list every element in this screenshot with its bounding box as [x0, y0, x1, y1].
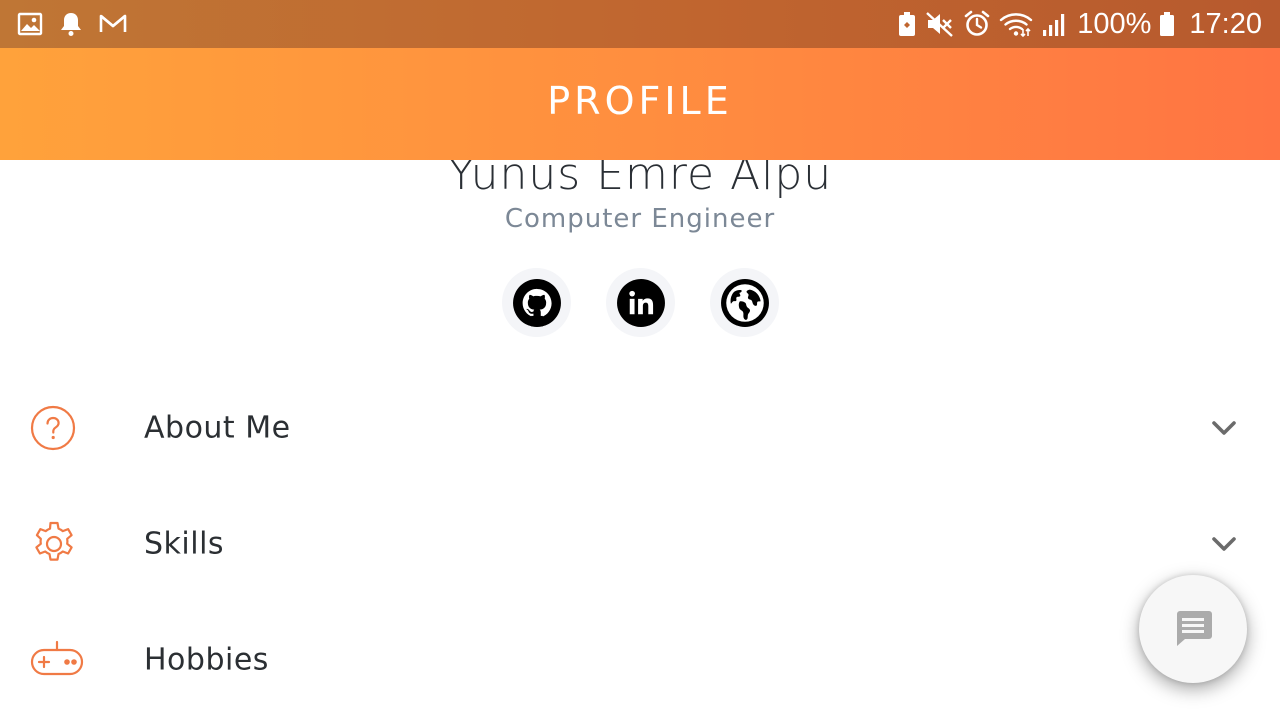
chat-fab-button[interactable] — [1139, 575, 1247, 683]
section-skills[interactable]: Skills — [0, 489, 1280, 599]
page-title: PROFILE — [547, 79, 733, 123]
battery-saver-icon — [899, 12, 916, 36]
website-button[interactable] — [710, 268, 779, 337]
signal-icon — [1043, 14, 1065, 36]
alarm-icon — [964, 10, 990, 36]
section-about-me[interactable]: About Me — [0, 373, 1280, 483]
notification-bell-icon — [61, 13, 81, 36]
battery-icon — [1160, 12, 1175, 36]
profile-title: Computer Engineer — [504, 204, 776, 234]
linkedin-button[interactable] — [606, 268, 675, 337]
chevron-down-icon[interactable] — [1208, 532, 1240, 556]
social-links — [502, 268, 779, 337]
section-label: About Me — [144, 410, 291, 446]
battery-percentage: 100% — [1077, 8, 1152, 40]
chat-icon — [1177, 611, 1212, 646]
gear-icon — [35, 521, 73, 561]
section-label: Skills — [144, 526, 225, 562]
mute-icon — [926, 12, 954, 37]
github-icon — [512, 278, 561, 327]
linkedin-icon — [616, 278, 665, 327]
wifi-icon — [1000, 13, 1033, 38]
github-button[interactable] — [502, 268, 571, 337]
gmail-icon — [99, 14, 127, 32]
section-hobbies[interactable]: Hobbies — [0, 605, 1280, 715]
gamepad-icon — [30, 640, 84, 676]
section-label: Hobbies — [144, 642, 269, 678]
gallery-icon — [17, 12, 43, 36]
chevron-down-icon[interactable] — [1208, 416, 1240, 440]
status-bar: 100% 17:20 — [0, 0, 1280, 48]
question-circle-icon — [30, 405, 76, 451]
app-header: PROFILE — [0, 48, 1280, 160]
clock-time: 17:20 — [1189, 8, 1262, 40]
globe-icon — [720, 278, 769, 327]
